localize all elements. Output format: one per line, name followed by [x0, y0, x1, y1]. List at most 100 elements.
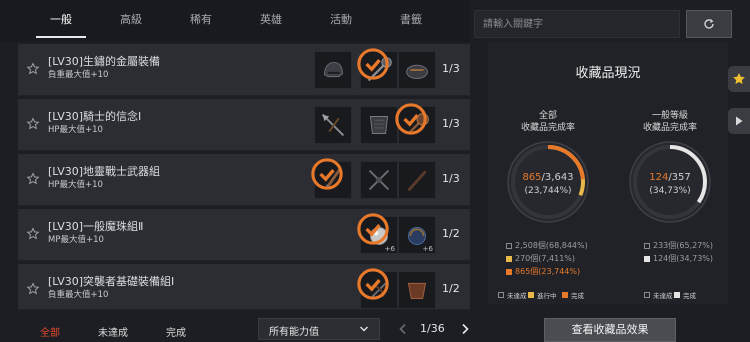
- search-input[interactable]: [474, 10, 680, 38]
- collection-status-panel: 收藏品現況 全部 收藏品完成率 865/3,643 (23,744%) 一般等級…: [488, 42, 728, 304]
- prev-page-icon[interactable]: [398, 323, 408, 335]
- general-label: 一般等級 收藏品完成率: [615, 110, 725, 134]
- item-slot[interactable]: [314, 51, 352, 89]
- collection-stat: HP最大值+10: [48, 180, 103, 190]
- leather-armor-icon: [407, 282, 427, 299]
- overall-legend-inprogress: 270個(7,411%): [506, 253, 575, 264]
- side-play-button[interactable]: [728, 108, 750, 134]
- overall-legend-complete: 865個(23,744%): [506, 266, 580, 277]
- item-slot[interactable]: [311, 158, 352, 199]
- chestplate-icon: [369, 116, 389, 134]
- general-legend-complete: 124個(34,73%): [644, 253, 713, 264]
- panel-title: 收藏品現況: [575, 66, 641, 81]
- next-page-icon[interactable]: [460, 323, 470, 335]
- overall-key-incomplete: 未達成: [498, 290, 527, 300]
- collection-name: [LV30]地靈戰士武器組: [48, 165, 161, 178]
- bookmark-star-icon[interactable]: [26, 282, 40, 296]
- check-icon: [357, 213, 389, 245]
- item-slot[interactable]: [395, 103, 436, 144]
- item-slot[interactable]: [360, 161, 398, 199]
- overall-label-line1: 全部: [538, 111, 557, 121]
- filter-complete[interactable]: 完成: [166, 324, 186, 339]
- bookmark-star-icon[interactable]: [26, 62, 40, 76]
- item-slot[interactable]: [314, 106, 352, 144]
- collection-row[interactable]: [LV30]一般魔珠組Ⅱ MP最大值+10 +6 +6 1/2: [18, 209, 470, 261]
- overall-done: 865: [522, 172, 542, 183]
- general-count: 124/357: [615, 172, 725, 183]
- tab-hero[interactable]: 英雄: [236, 0, 306, 42]
- collection-name: [LV30]生鏽的金屬裝備: [48, 55, 161, 68]
- collection-name: [LV30]一般魔珠組Ⅱ: [48, 220, 144, 233]
- tab-general[interactable]: 一般: [26, 0, 96, 42]
- item-slot[interactable]: +6: [398, 216, 436, 254]
- spear-icon: [321, 113, 345, 137]
- general-key-incomplete: 未達成: [644, 290, 673, 300]
- collection-row[interactable]: [LV30]騎士的信念Ⅰ HP最大值+10 1/3: [18, 99, 470, 151]
- collection-stat: MP最大值+10: [48, 235, 104, 245]
- collection-row[interactable]: [LV30]生鏽的金屬裝備 負重最大值+10 1/3: [18, 44, 470, 96]
- item-slot[interactable]: [357, 48, 398, 89]
- general-key-complete: 完成: [674, 290, 696, 300]
- filter-incomplete[interactable]: 未達成: [98, 324, 128, 339]
- collection-row[interactable]: [LV30]突襲者基礎裝備組Ⅰ 負重最大值+10 1/2: [18, 264, 470, 310]
- overall-count: 865/3,643: [493, 172, 603, 183]
- check-icon: [357, 48, 389, 80]
- refresh-icon: [704, 19, 714, 29]
- collection-stat: 負重最大值+10: [48, 290, 109, 300]
- side-bookmark-button[interactable]: [728, 66, 750, 92]
- play-icon: [736, 116, 743, 126]
- collection-row[interactable]: [LV30]地靈戰士武器組 HP最大值+10 1/3: [18, 154, 470, 206]
- general-legend-incomplete: 233個(65,27%): [644, 240, 713, 251]
- collection-name: [LV30]突襲者基礎裝備組Ⅰ: [48, 275, 175, 288]
- item-slot[interactable]: [398, 51, 436, 89]
- ability-filter-value: 所有能力值: [269, 327, 319, 338]
- star-icon: [733, 73, 745, 85]
- overall-legend-incomplete: 2,508個(68,844%): [506, 240, 588, 251]
- collection-name: [LV30]騎士的信念Ⅰ: [48, 110, 142, 123]
- tab-event[interactable]: 活動: [306, 0, 376, 42]
- bookmark-star-icon[interactable]: [26, 227, 40, 241]
- ability-filter-select[interactable]: 所有能力值: [258, 318, 380, 340]
- overall-key-complete: 完成: [562, 290, 584, 300]
- overall-label: 全部 收藏品完成率: [493, 110, 603, 134]
- enhance-level: +6: [422, 245, 433, 253]
- chevron-down-icon: [360, 326, 368, 332]
- item-slot[interactable]: [357, 268, 398, 309]
- collection-count: 1/3: [442, 117, 460, 130]
- item-slot[interactable]: [398, 161, 436, 199]
- tab-advanced[interactable]: 高級: [96, 0, 166, 42]
- tab-bookmark[interactable]: 書籤: [376, 0, 446, 42]
- general-label-line2: 收藏品完成率: [642, 123, 697, 133]
- bookmark-star-icon[interactable]: [26, 117, 40, 131]
- page-indicator: 1/36: [420, 322, 445, 335]
- check-icon: [311, 158, 343, 190]
- general-done: 124: [649, 172, 669, 183]
- general-label-line1: 一般等級: [651, 111, 688, 121]
- collection-count: 1/2: [442, 227, 460, 240]
- overall-percent: (23,744%): [524, 186, 572, 196]
- general-percent: (34,73%): [649, 186, 691, 196]
- view-collection-effects-button[interactable]: 查看收藏品效果: [544, 318, 676, 342]
- check-icon: [357, 268, 389, 300]
- filter-all[interactable]: 全部: [40, 324, 60, 339]
- refresh-button[interactable]: [686, 10, 732, 38]
- overall-total: /3,643: [541, 172, 574, 183]
- staff-icon: [407, 170, 427, 192]
- overall-label-line2: 收藏品完成率: [520, 123, 575, 133]
- crossbow-icon: [368, 169, 390, 191]
- bookmark-star-icon[interactable]: [26, 172, 40, 186]
- collection-count: 1/2: [442, 282, 460, 295]
- collection-stat: 負重最大值+10: [48, 70, 109, 80]
- item-slot[interactable]: [398, 271, 436, 309]
- item-slot[interactable]: +6: [357, 213, 398, 254]
- armor-icon: [406, 64, 428, 79]
- tab-rare[interactable]: 稀有: [166, 0, 236, 42]
- enhance-level: +6: [384, 245, 395, 253]
- collection-stat: HP最大值+10: [48, 125, 103, 135]
- helmet-icon: [323, 61, 343, 78]
- overall-key-inprogress: 進行中: [528, 290, 557, 300]
- general-total: /357: [668, 172, 691, 183]
- collection-count: 1/3: [442, 172, 460, 185]
- category-tab-bar: 一般 高級 稀有 英雄 活動 書籤: [0, 0, 470, 42]
- collection-count: 1/3: [442, 62, 460, 75]
